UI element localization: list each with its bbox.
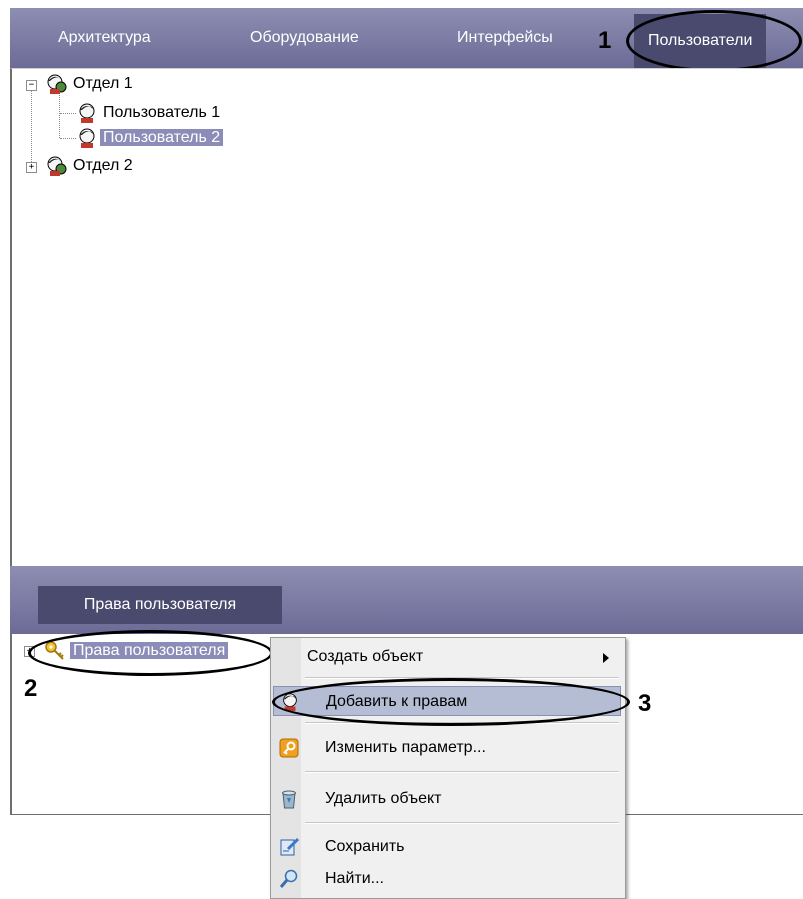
key-param-icon bbox=[279, 738, 299, 758]
menu-item-label: Удалить объект bbox=[325, 790, 442, 807]
tree-connector bbox=[31, 89, 32, 168]
context-menu: Создать объект Добавить к правам Изменит… bbox=[270, 637, 626, 899]
menu-item-label: Создать объект bbox=[307, 648, 424, 665]
tree-connector bbox=[60, 138, 76, 139]
callout-ellipse-users-tab bbox=[626, 10, 802, 72]
tree-connector bbox=[60, 113, 76, 114]
collapse-icon[interactable]: − bbox=[26, 80, 37, 91]
callout-ellipse-add-to-rights bbox=[272, 678, 630, 726]
menu-item-save[interactable]: Сохранить bbox=[273, 832, 621, 862]
tab-interfaces[interactable]: Интерфейсы bbox=[457, 8, 553, 68]
callout-number-3: 3 bbox=[638, 690, 652, 717]
recycle-bin-icon bbox=[282, 790, 296, 809]
user-face-icon bbox=[79, 103, 95, 123]
user-face-icon bbox=[79, 128, 95, 148]
tree-item-label: Пользователь 1 bbox=[103, 104, 221, 121]
group-icon bbox=[47, 156, 67, 176]
magnifier-icon bbox=[279, 869, 298, 888]
tree-item-department-2[interactable]: Отдел 2 bbox=[70, 155, 136, 177]
menu-separator bbox=[305, 771, 619, 773]
menu-separator bbox=[305, 822, 619, 824]
menu-item-delete-object[interactable]: Удалить объект bbox=[273, 784, 621, 814]
tree-item-department-1[interactable]: Отдел 1 bbox=[70, 73, 136, 95]
menu-item-label: Найти... bbox=[325, 870, 384, 887]
menu-item-find[interactable]: Найти... bbox=[273, 864, 621, 894]
group-icon bbox=[47, 74, 67, 94]
tree-item-user-1[interactable]: Пользователь 1 bbox=[100, 102, 223, 124]
rights-tab-bar: Права пользователя bbox=[10, 566, 803, 634]
menu-item-label: Изменить параметр... bbox=[325, 739, 486, 756]
tree-item-user-2[interactable]: Пользователь 2 bbox=[100, 127, 224, 149]
callout-number-2: 2 bbox=[24, 675, 38, 702]
tab-architecture[interactable]: Архитектура bbox=[58, 8, 151, 68]
tree-item-label: Пользователь 2 bbox=[100, 129, 224, 146]
tree-item-label: Отдел 2 bbox=[73, 157, 133, 174]
submenu-arrow-icon bbox=[603, 653, 609, 663]
save-icon bbox=[280, 837, 299, 856]
tab-user-rights[interactable]: Права пользователя bbox=[38, 586, 282, 624]
users-tree-panel: − Отдел 1 Пользователь 1 Пользователь 2 … bbox=[10, 68, 803, 567]
callout-ellipse-rights-item bbox=[28, 630, 273, 676]
expand-icon[interactable]: + bbox=[26, 162, 37, 173]
menu-item-label: Сохранить bbox=[325, 838, 405, 855]
callout-number-1: 1 bbox=[598, 27, 612, 54]
menu-item-change-parameter[interactable]: Изменить параметр... bbox=[273, 733, 621, 763]
tree-item-label: Отдел 1 bbox=[73, 75, 133, 92]
tab-equipment[interactable]: Оборудование bbox=[250, 8, 359, 68]
menu-item-create-object[interactable]: Создать объект bbox=[273, 642, 621, 672]
